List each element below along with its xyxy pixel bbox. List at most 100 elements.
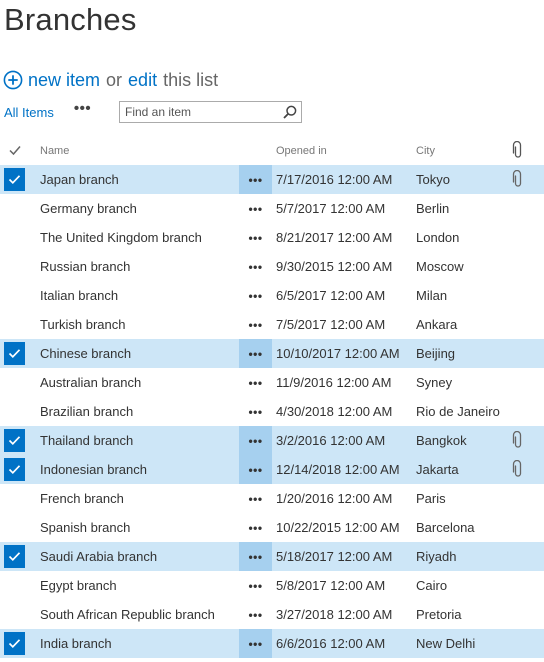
list-row[interactable]: Chinese branch ••• 10/10/2017 12:00 AM B… xyxy=(0,339,544,368)
row-select-checkbox[interactable] xyxy=(4,313,25,336)
row-ellipsis-menu-button[interactable]: ••• xyxy=(239,165,272,194)
list-row[interactable]: Russian branch ••• 9/30/2015 12:00 AM Mo… xyxy=(0,252,544,281)
row-name[interactable]: French branch xyxy=(40,491,124,506)
list-row[interactable]: Saudi Arabia branch ••• 5/18/2017 12:00 … xyxy=(0,542,544,571)
row-name[interactable]: Germany branch xyxy=(40,201,137,216)
row-opened-in: 3/2/2016 12:00 AM xyxy=(276,433,386,448)
row-select-checkbox[interactable] xyxy=(4,429,25,452)
row-name[interactable]: Brazilian branch xyxy=(40,404,133,419)
select-all-checkmark-icon[interactable] xyxy=(8,143,22,157)
row-opened-in: 5/7/2017 12:00 AM xyxy=(276,201,386,216)
row-select-checkbox[interactable] xyxy=(4,487,25,510)
row-ellipsis-menu-button[interactable]: ••• xyxy=(239,629,272,658)
row-opened-in: 10/22/2015 12:00 AM xyxy=(276,520,400,535)
row-opened-in: 12/14/2018 12:00 AM xyxy=(276,462,400,477)
paperclip-icon[interactable] xyxy=(511,459,525,478)
row-select-checkbox[interactable] xyxy=(4,400,25,423)
row-name[interactable]: Saudi Arabia branch xyxy=(40,549,157,564)
row-ellipsis-menu-button[interactable]: ••• xyxy=(239,600,272,629)
row-name[interactable]: India branch xyxy=(40,636,112,651)
list-row[interactable]: South African Republic branch ••• 3/27/2… xyxy=(0,600,544,629)
row-opened-in: 8/21/2017 12:00 AM xyxy=(276,230,393,245)
view-all-items[interactable]: All Items xyxy=(4,105,54,120)
row-name[interactable]: Australian branch xyxy=(40,375,141,390)
new-item-link[interactable]: new item xyxy=(28,70,100,91)
paperclip-icon[interactable] xyxy=(511,169,525,188)
column-header-opened-in[interactable]: Opened in xyxy=(276,145,327,157)
list-row[interactable]: Germany branch ••• 5/7/2017 12:00 AM Ber… xyxy=(0,194,544,223)
row-name[interactable]: Spanish branch xyxy=(40,520,130,535)
list-row[interactable]: Indonesian branch ••• 12/14/2018 12:00 A… xyxy=(0,455,544,484)
row-city: Cairo xyxy=(416,578,448,593)
row-select-checkbox[interactable] xyxy=(4,632,25,655)
row-ellipsis-menu-button[interactable]: ••• xyxy=(239,223,272,252)
list-row[interactable]: Thailand branch ••• 3/2/2016 12:00 AM Ba… xyxy=(0,426,544,455)
row-select-checkbox[interactable] xyxy=(4,342,25,365)
list-grid: Name Opened in City Japan branch ••• 7/1… xyxy=(0,137,544,658)
row-name[interactable]: Turkish branch xyxy=(40,317,126,332)
row-name[interactable]: South African Republic branch xyxy=(40,607,215,622)
list-row[interactable]: Japan branch ••• 7/17/2016 12:00 AM Toky… xyxy=(0,165,544,194)
row-select-checkbox[interactable] xyxy=(4,545,25,568)
row-ellipsis-menu-button[interactable]: ••• xyxy=(239,252,272,281)
row-ellipsis-menu-button[interactable]: ••• xyxy=(239,484,272,513)
row-select-checkbox[interactable] xyxy=(4,574,25,597)
row-ellipsis-menu-button[interactable]: ••• xyxy=(239,368,272,397)
attachment-column-icon[interactable] xyxy=(511,140,525,159)
row-select-checkbox[interactable] xyxy=(4,371,25,394)
view-more-button[interactable]: ••• xyxy=(74,101,91,120)
row-ellipsis-menu-button[interactable]: ••• xyxy=(239,310,272,339)
row-select-checkbox[interactable] xyxy=(4,458,25,481)
row-name[interactable]: Thailand branch xyxy=(40,433,133,448)
row-ellipsis-menu-button[interactable]: ••• xyxy=(239,513,272,542)
list-row[interactable]: Spanish branch ••• 10/22/2015 12:00 AM B… xyxy=(0,513,544,542)
row-ellipsis-menu-button[interactable]: ••• xyxy=(239,397,272,426)
checkmark-icon xyxy=(8,552,21,562)
row-opened-in: 7/17/2016 12:00 AM xyxy=(276,172,393,187)
row-ellipsis-menu-button[interactable]: ••• xyxy=(239,194,272,223)
row-name[interactable]: Egypt branch xyxy=(40,578,117,593)
list-row[interactable]: India branch ••• 6/6/2016 12:00 AM New D… xyxy=(0,629,544,658)
plus-circle-icon[interactable] xyxy=(3,70,23,90)
row-select-checkbox[interactable] xyxy=(4,516,25,539)
row-name[interactable]: Italian branch xyxy=(40,288,118,303)
row-select-checkbox[interactable] xyxy=(4,255,25,278)
row-name[interactable]: Chinese branch xyxy=(40,346,131,361)
search-icon[interactable] xyxy=(283,105,297,119)
row-select-checkbox[interactable] xyxy=(4,603,25,626)
list-row[interactable]: The United Kingdom branch ••• 8/21/2017 … xyxy=(0,223,544,252)
row-name[interactable]: Indonesian branch xyxy=(40,462,147,477)
row-ellipsis-menu-button[interactable]: ••• xyxy=(239,571,272,600)
row-select-checkbox[interactable] xyxy=(4,197,25,220)
column-header-city[interactable]: City xyxy=(416,145,435,157)
checkmark-icon xyxy=(8,349,21,359)
edit-link[interactable]: edit xyxy=(128,70,157,91)
row-ellipsis-menu-button[interactable]: ••• xyxy=(239,339,272,368)
list-row[interactable]: Australian branch ••• 11/9/2016 12:00 AM… xyxy=(0,368,544,397)
list-row[interactable]: Egypt branch ••• 5/8/2017 12:00 AM Cairo xyxy=(0,571,544,600)
row-ellipsis-menu-button[interactable]: ••• xyxy=(239,426,272,455)
row-ellipsis-menu-button[interactable]: ••• xyxy=(239,281,272,310)
paperclip-icon[interactable] xyxy=(511,430,525,449)
row-city: Paris xyxy=(416,491,446,506)
list-row[interactable]: French branch ••• 1/20/2016 12:00 AM Par… xyxy=(0,484,544,513)
row-opened-in: 5/8/2017 12:00 AM xyxy=(276,578,386,593)
row-name[interactable]: Russian branch xyxy=(40,259,130,274)
row-ellipsis-menu-button[interactable]: ••• xyxy=(239,455,272,484)
search-input[interactable] xyxy=(120,102,275,122)
row-city: London xyxy=(416,230,460,245)
row-select-checkbox[interactable] xyxy=(4,168,25,191)
row-select-checkbox[interactable] xyxy=(4,284,25,307)
list-row[interactable]: Italian branch ••• 6/5/2017 12:00 AM Mil… xyxy=(0,281,544,310)
list-row[interactable]: Turkish branch ••• 7/5/2017 12:00 AM Ank… xyxy=(0,310,544,339)
list-row[interactable]: Brazilian branch ••• 4/30/2018 12:00 AM … xyxy=(0,397,544,426)
view-selector: All Items ••• xyxy=(4,100,91,124)
row-city: Berlin xyxy=(416,201,450,216)
row-select-checkbox[interactable] xyxy=(4,226,25,249)
row-name[interactable]: Japan branch xyxy=(40,172,119,187)
row-ellipsis-menu-button[interactable]: ••• xyxy=(239,542,272,571)
column-header-name[interactable]: Name xyxy=(40,145,69,157)
row-city: New Delhi xyxy=(416,636,476,651)
row-opened-in: 3/27/2018 12:00 AM xyxy=(276,607,393,622)
row-name[interactable]: The United Kingdom branch xyxy=(40,230,202,245)
